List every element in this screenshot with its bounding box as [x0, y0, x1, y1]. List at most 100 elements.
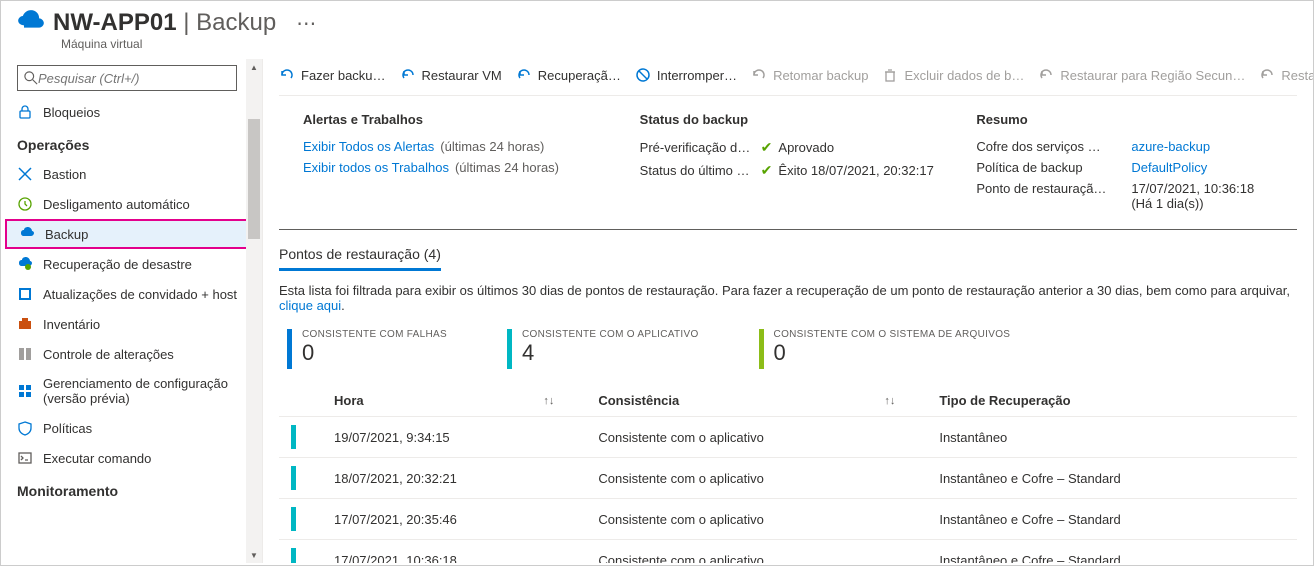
row-bar [291, 466, 296, 490]
sidebar-item-gerenciamento[interactable]: Gerenciamento de configuração (versão pr… [1, 369, 262, 413]
page-subtitle: Máquina virtual [61, 37, 1313, 51]
cell-consistencia: Consistente com o aplicativo [586, 458, 927, 499]
sidebar-item-recuperacao[interactable]: Recuperação de desastre [1, 249, 262, 279]
sidebar-item-label: Desligamento automático [43, 197, 190, 212]
main-content: Fazer backu… Restaurar VM Recuperaçã… In… [263, 59, 1313, 563]
scroll-up-icon[interactable]: ▲ [246, 59, 262, 75]
toolbar: Fazer backu… Restaurar VM Recuperaçã… In… [263, 59, 1313, 91]
counter-label: CONSISTENTE COM O SISTEMA DE ARQUIVOS [774, 329, 1011, 340]
restore-vm-button[interactable]: Restaurar VM [400, 67, 502, 83]
sidebar-group-monitoramento: Monitoramento [1, 473, 262, 505]
row-bar [291, 425, 296, 449]
counter-bar [507, 329, 512, 369]
sidebar-item-controle[interactable]: Controle de alterações [1, 339, 262, 369]
sidebar-item-label: Recuperação de desastre [43, 257, 192, 272]
table-row[interactable]: 18/07/2021, 20:32:21 Consistente com o a… [279, 458, 1297, 499]
cell-consistencia: Consistente com o aplicativo [586, 499, 927, 540]
last-status-value: Êxito 18/07/2021, 20:32:17 [778, 163, 933, 178]
alerts-title: Alertas e Trabalhos [303, 112, 600, 127]
table-row[interactable]: 17/07/2021, 10:36:18 Consistente com o a… [279, 540, 1297, 564]
table-row[interactable]: 19/07/2021, 9:34:15 Consistente com o ap… [279, 417, 1297, 458]
th-hora[interactable]: Hora↑↓ [322, 385, 586, 417]
cell-tipo: Instantâneo e Cofre – Standard [927, 540, 1297, 564]
backup-icon [19, 226, 35, 242]
more-actions-icon[interactable]: ⋯ [296, 11, 316, 36]
backup-status-col: Status do backup Pré-verificação d… ✔ Ap… [640, 112, 937, 217]
last-status-label: Status do último … [640, 163, 755, 178]
sidebar-item-label: Controle de alterações [43, 347, 174, 362]
scroll-thumb[interactable] [248, 119, 260, 239]
sidebar-item-label: Bastion [43, 167, 86, 182]
th-consistencia[interactable]: Consistência↑↓ [586, 385, 927, 417]
sidebar-item-label: Bloqueios [43, 105, 100, 120]
vm-icon [17, 9, 45, 37]
restore-point-value: 17/07/2021, 10:36:18 (Há 1 dia(s)) [1131, 181, 1273, 211]
stop-backup-button[interactable]: Interromper… [635, 67, 737, 83]
vault-link[interactable]: azure-backup [1131, 139, 1273, 154]
check-icon: ✔ [761, 139, 773, 156]
resume-backup-button: Retomar backup [751, 67, 868, 83]
cell-tipo: Instantâneo e Cofre – Standard [927, 499, 1297, 540]
view-alerts-link[interactable]: Exibir Todos os Alertas [303, 139, 434, 154]
counter-bar [287, 329, 292, 369]
cell-hora: 19/07/2021, 9:34:15 [322, 417, 586, 458]
undo-icon [400, 67, 416, 83]
bastion-icon [17, 166, 33, 182]
policy-link[interactable]: DefaultPolicy [1131, 160, 1273, 175]
counters: CONSISTENTE COM FALHAS 0 CONSISTENTE COM… [263, 329, 1313, 385]
sidebar-item-label: Atualizações de convidado + host [43, 287, 237, 302]
trash-icon [882, 67, 898, 83]
counter: CONSISTENTE COM FALHAS 0 [287, 329, 447, 369]
disaster-icon [17, 256, 33, 272]
sort-icon: ↑↓ [884, 395, 895, 407]
table-row[interactable]: 17/07/2021, 20:35:46 Consistente com o a… [279, 499, 1297, 540]
sidebar-item-atualizacoes[interactable]: Atualizações de convidado + host [1, 279, 262, 309]
search-input[interactable] [38, 71, 230, 86]
tab-restore-points[interactable]: Pontos de restauração (4) [279, 246, 441, 271]
click-here-link[interactable]: clique aqui [279, 298, 341, 313]
sidebar-item-label: Gerenciamento de configuração (versão pr… [43, 376, 246, 406]
alerts-jobs-col: Alertas e Trabalhos Exibir Todos os Aler… [303, 112, 600, 217]
command-icon [17, 450, 33, 466]
th-tipo[interactable]: Tipo de Recuperação [927, 385, 1297, 417]
counter-value: 0 [302, 340, 447, 366]
backup-now-button[interactable]: Fazer backu… [279, 67, 386, 83]
sidebar-item-bastion[interactable]: Bastion [1, 159, 262, 189]
row-bar [291, 507, 296, 531]
undo-icon [1038, 67, 1054, 83]
sidebar-item-bloqueios[interactable]: Bloqueios [1, 97, 262, 127]
check-icon: ✔ [761, 162, 773, 179]
undo-icon [1259, 67, 1275, 83]
tabs: Pontos de restauração (4) [263, 230, 1313, 271]
backup-now-icon [279, 67, 295, 83]
counter-label: CONSISTENTE COM O APLICATIVO [522, 329, 699, 340]
cell-hora: 18/07/2021, 20:32:21 [322, 458, 586, 499]
page-header: NW-APP01 | Backup ⋯ [1, 1, 1313, 41]
sidebar-scrollbar[interactable]: ▲ ▼ [246, 59, 262, 563]
search-box[interactable] [17, 65, 237, 91]
scroll-down-icon[interactable]: ▼ [246, 547, 262, 563]
sort-icon: ↑↓ [543, 395, 554, 407]
status-title: Status do backup [640, 112, 937, 127]
sidebar-item-politicas[interactable]: Políticas [1, 413, 262, 443]
sidebar-item-desligamento[interactable]: Desligamento automático [1, 189, 262, 219]
filter-note: Esta lista foi filtrada para exibir os ú… [263, 271, 1313, 329]
clock-icon [17, 196, 33, 212]
view-jobs-link[interactable]: Exibir todos os Trabalhos [303, 160, 449, 175]
summary-col: Resumo Cofre dos serviços …azure-backup … [976, 112, 1273, 217]
precheck-label: Pré-verificação d… [640, 140, 755, 155]
sidebar-item-executar[interactable]: Executar comando [1, 443, 262, 473]
restore-secondary-region-button: Restaurar para Região Secun… [1038, 67, 1245, 83]
undo-icon [516, 67, 532, 83]
sidebar-item-backup[interactable]: Backup [5, 219, 258, 249]
cell-hora: 17/07/2021, 10:36:18 [322, 540, 586, 564]
config-icon [17, 383, 33, 399]
sidebar-item-label: Backup [45, 227, 88, 242]
updates-icon [17, 286, 33, 302]
file-recovery-button[interactable]: Recuperaçã… [516, 67, 621, 83]
counter: CONSISTENTE COM O SISTEMA DE ARQUIVOS 0 [759, 329, 1011, 369]
lock-icon [17, 104, 33, 120]
sidebar-item-inventario[interactable]: Inventário [1, 309, 262, 339]
counter-value: 0 [774, 340, 1011, 366]
stop-icon [635, 67, 651, 83]
